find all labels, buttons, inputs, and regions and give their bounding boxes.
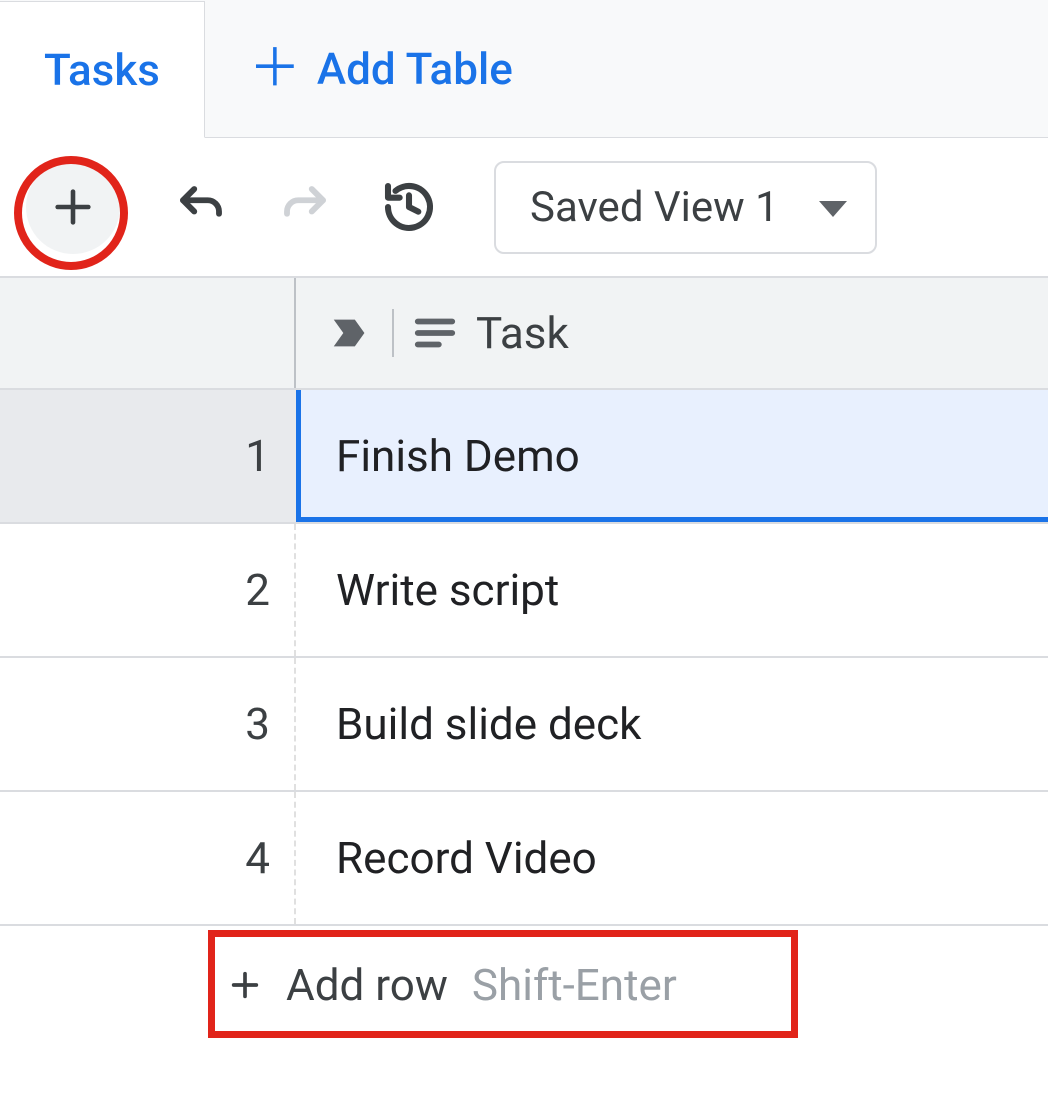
task-cell[interactable]: Finish Demo: [296, 390, 1048, 522]
table-row[interactable]: 2 Write script: [0, 524, 1048, 658]
table-tabs: Tasks ＋ Add Table: [0, 0, 1048, 138]
row-number[interactable]: 4: [0, 792, 296, 924]
add-table-button[interactable]: ＋ Add Table: [205, 0, 557, 137]
add-row-label: Add row: [286, 959, 448, 1011]
rownum-header[interactable]: [0, 278, 296, 388]
add-table-label: Add Table: [317, 43, 513, 95]
toolbar: Saved View 1: [0, 138, 1048, 278]
task-cell[interactable]: Write script: [296, 524, 1048, 656]
table-row[interactable]: 1 Finish Demo: [0, 390, 1048, 524]
table-row[interactable]: 4 Record Video: [0, 792, 1048, 926]
undo-button[interactable]: [156, 162, 246, 252]
saved-view-dropdown[interactable]: Saved View 1: [494, 161, 877, 254]
plus-icon: ＋: [249, 43, 301, 95]
text-column-icon: [412, 310, 458, 356]
redo-icon: [278, 180, 332, 234]
grid-header-row: Task: [0, 278, 1048, 390]
row-number[interactable]: 2: [0, 524, 296, 656]
row-number[interactable]: 1: [0, 390, 296, 522]
history-icon: [381, 179, 437, 235]
plus-icon: [228, 968, 262, 1002]
column-header-label: Task: [476, 307, 569, 359]
history-button[interactable]: [364, 162, 454, 252]
table-row[interactable]: 3 Build slide deck: [0, 658, 1048, 792]
group-icon: [328, 310, 374, 356]
column-header-task[interactable]: Task: [296, 278, 1048, 388]
chevron-down-icon: [819, 201, 847, 217]
redo-button[interactable]: [260, 162, 350, 252]
separator: [392, 309, 394, 357]
add-row-toolbar-button[interactable]: [26, 160, 120, 254]
add-row-button[interactable]: Add row Shift-Enter: [0, 926, 1048, 1044]
tab-tasks-label: Tasks: [44, 44, 160, 96]
plus-icon: [50, 184, 96, 230]
tab-tasks[interactable]: Tasks: [0, 1, 205, 138]
task-cell[interactable]: Build slide deck: [296, 658, 1048, 790]
add-row-shortcut: Shift-Enter: [472, 959, 677, 1011]
saved-view-label: Saved View 1: [530, 183, 779, 232]
row-number[interactable]: 3: [0, 658, 296, 790]
task-cell[interactable]: Record Video: [296, 792, 1048, 924]
undo-icon: [174, 180, 228, 234]
task-grid: Task 1 Finish Demo 2 Write script 3 Buil…: [0, 278, 1048, 1044]
